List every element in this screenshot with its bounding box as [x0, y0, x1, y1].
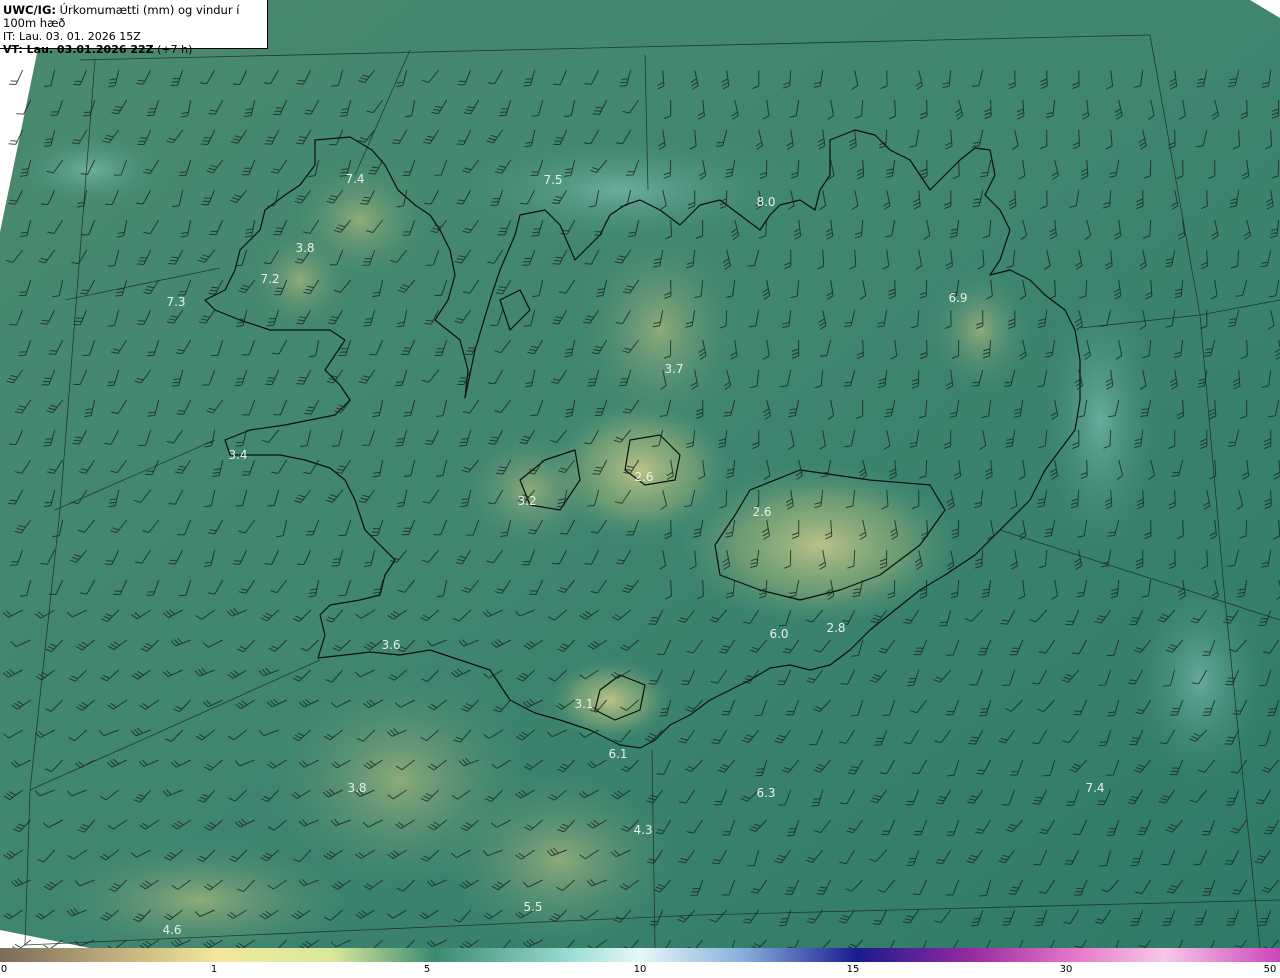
- map-value: 3.8: [295, 241, 314, 255]
- map-value: 7.3: [166, 295, 185, 309]
- colorbar-tick: 1: [210, 964, 218, 975]
- map-value: 7.5: [543, 173, 562, 187]
- colorbar-tick: 15: [846, 964, 860, 975]
- map-value: 6.3: [756, 786, 775, 800]
- map-value: 3.7: [664, 362, 683, 376]
- map-title-line: UWC/IG: Úrkomumætti (mm) og vindur í 100…: [3, 4, 267, 30]
- map-value: 6.0: [769, 627, 788, 641]
- map-value: 2.8: [826, 621, 845, 635]
- colorbar-ticks: 0 1 5 10 15 30 50: [0, 962, 1280, 978]
- map-value: 4.6: [162, 923, 181, 937]
- map-value: 7.2: [260, 272, 279, 286]
- colorbar-tick: 50: [1263, 964, 1277, 975]
- map-value: 3.4: [228, 448, 247, 462]
- model-name: UWC/IG:: [3, 3, 56, 17]
- colorbar-tick: 5: [423, 964, 431, 975]
- precipitation-wind-map: 7.4 7.5 8.0 3.8 7.2 7.3 6.9 3.7 3.4 2.6 …: [0, 0, 1280, 948]
- valid-time: VT: Lau. 03.01.2026 22Z: [3, 43, 154, 56]
- valid-time-line: VT: Lau. 03.01.2026 22Z (+7 h): [3, 43, 267, 56]
- map-value: 6.9: [948, 291, 967, 305]
- map-value: 8.0: [756, 195, 775, 209]
- map-value: 6.1: [608, 747, 627, 761]
- colorbar-tick: 10: [633, 964, 647, 975]
- map-value: 5.5: [523, 900, 542, 914]
- map-value: 7.4: [345, 172, 364, 186]
- lead-time: (+7 h): [157, 43, 193, 56]
- colorbar-tick: 30: [1059, 964, 1073, 975]
- map-info-box: UWC/IG: Úrkomumætti (mm) og vindur í 100…: [0, 0, 268, 56]
- map-value: 2.6: [634, 470, 653, 484]
- map-value: 3.8: [347, 781, 366, 795]
- map-value: 3.2: [517, 494, 536, 508]
- map-value: 3.1: [574, 697, 593, 711]
- map-value: 7.4: [1085, 781, 1104, 795]
- issue-time: IT: Lau. 03. 01. 2026 15Z: [3, 30, 141, 43]
- map-value: 3.6: [381, 638, 400, 652]
- map-value: 2.6: [752, 505, 771, 519]
- colorbar: [0, 948, 1280, 962]
- colorbar-tick: 0: [0, 964, 8, 975]
- map-value: 4.3: [633, 823, 652, 837]
